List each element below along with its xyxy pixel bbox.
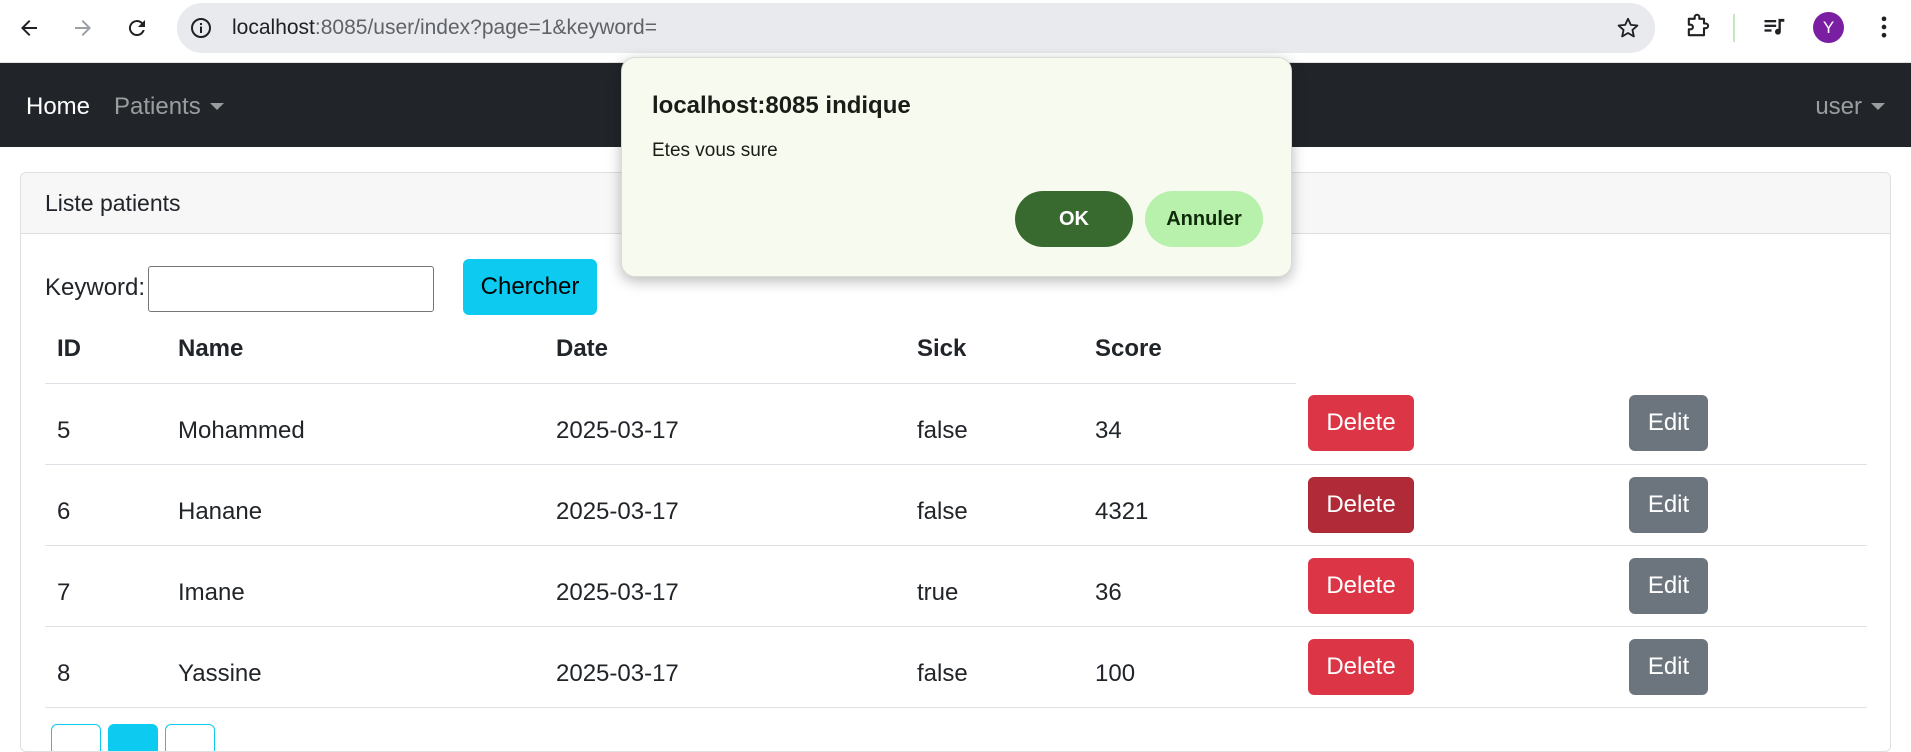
url-text: localhost:8085/user/index?page=1&keyword… bbox=[232, 16, 657, 40]
info-icon[interactable] bbox=[189, 16, 213, 40]
edit-button[interactable]: Edit bbox=[1629, 476, 1708, 533]
column-header-name: Name bbox=[166, 316, 544, 384]
cell-id: 6 bbox=[45, 464, 166, 546]
url-path: :8085/user/index?page=1&keyword= bbox=[314, 16, 657, 39]
cell-name: Imane bbox=[166, 545, 544, 627]
cell-date: 2025-03-17 bbox=[544, 383, 905, 465]
back-arrow-icon[interactable] bbox=[11, 10, 47, 46]
cell-sick: false bbox=[905, 464, 1083, 546]
cell-delete: Delete bbox=[1296, 626, 1617, 708]
page-button[interactable] bbox=[51, 724, 101, 751]
table-row: 7 Imane 2025-03-17 true 36 Delete Edit bbox=[45, 545, 1867, 627]
table-row: 6 Hanane 2025-03-17 false 4321 Delete Ed… bbox=[45, 464, 1867, 546]
column-header-edit bbox=[1617, 316, 1867, 383]
extensions-icon[interactable] bbox=[1683, 13, 1711, 41]
cell-id: 5 bbox=[45, 383, 166, 465]
toolbar-divider bbox=[1733, 14, 1735, 42]
cell-id: 7 bbox=[45, 545, 166, 627]
nav-user-label: user bbox=[1815, 93, 1862, 120]
dialog-ok-button[interactable]: OK bbox=[1015, 191, 1133, 247]
edit-button[interactable]: Edit bbox=[1629, 557, 1708, 614]
cell-edit: Edit bbox=[1617, 464, 1867, 546]
cell-score: 4321 bbox=[1083, 464, 1296, 546]
cell-name: Mohammed bbox=[166, 383, 544, 465]
cell-name: Yassine bbox=[166, 626, 544, 708]
cell-sick: false bbox=[905, 626, 1083, 708]
cell-score: 34 bbox=[1083, 383, 1296, 465]
cell-date: 2025-03-17 bbox=[544, 464, 905, 546]
keyword-input[interactable] bbox=[148, 266, 434, 312]
dialog-cancel-button[interactable]: Annuler bbox=[1145, 191, 1263, 247]
column-header-delete bbox=[1296, 316, 1617, 383]
cell-edit: Edit bbox=[1617, 626, 1867, 708]
nav-home-link[interactable]: Home bbox=[26, 93, 90, 121]
cell-score: 36 bbox=[1083, 545, 1296, 627]
table-header-row: ID Name Date Sick Score bbox=[45, 316, 1867, 384]
cell-edit: Edit bbox=[1617, 383, 1867, 465]
cell-sick: false bbox=[905, 383, 1083, 465]
table-row: 8 Yassine 2025-03-17 false 100 Delete Ed… bbox=[45, 626, 1867, 708]
url-host: localhost bbox=[232, 16, 315, 39]
patients-table: ID Name Date Sick Score 5 Mohammed 2025-… bbox=[45, 316, 1867, 708]
nav-user-dropdown[interactable]: user bbox=[1815, 93, 1885, 121]
cell-delete: Delete bbox=[1296, 464, 1617, 546]
page-button-active[interactable] bbox=[108, 724, 158, 751]
column-header-sick: Sick bbox=[905, 316, 1083, 384]
reload-icon[interactable] bbox=[119, 10, 155, 46]
nav-patients-label: Patients bbox=[114, 93, 201, 120]
kebab-menu-icon[interactable] bbox=[1870, 13, 1898, 41]
column-header-id: ID bbox=[45, 316, 166, 384]
dialog-message: Etes vous sure bbox=[652, 140, 778, 161]
dialog-title: localhost:8085 indique bbox=[652, 92, 911, 119]
cell-delete: Delete bbox=[1296, 383, 1617, 465]
column-header-score: Score bbox=[1083, 316, 1296, 384]
delete-button[interactable]: Delete bbox=[1308, 395, 1414, 452]
nav-patients-dropdown[interactable]: Patients bbox=[114, 93, 224, 121]
forward-arrow-icon[interactable] bbox=[65, 10, 101, 46]
caret-down-icon bbox=[209, 103, 224, 110]
keyword-label: Keyword: bbox=[45, 274, 146, 301]
delete-button[interactable]: Delete bbox=[1308, 638, 1414, 695]
search-button[interactable]: Chercher bbox=[463, 259, 597, 315]
edit-button[interactable]: Edit bbox=[1629, 638, 1708, 695]
confirm-dialog: localhost:8085 indique Etes vous sure OK… bbox=[621, 57, 1292, 277]
media-icon[interactable] bbox=[1761, 13, 1789, 41]
caret-down-icon bbox=[1871, 103, 1885, 110]
cell-edit: Edit bbox=[1617, 545, 1867, 627]
cell-score: 100 bbox=[1083, 626, 1296, 708]
star-icon[interactable] bbox=[1615, 15, 1641, 41]
cell-sick: true bbox=[905, 545, 1083, 627]
address-bar[interactable]: localhost:8085/user/index?page=1&keyword… bbox=[177, 3, 1655, 53]
delete-button[interactable]: Delete bbox=[1308, 557, 1414, 614]
page-button[interactable] bbox=[165, 724, 215, 751]
browser-toolbar: localhost:8085/user/index?page=1&keyword… bbox=[0, 0, 1911, 63]
edit-button[interactable]: Edit bbox=[1629, 395, 1708, 452]
profile-avatar[interactable]: Y bbox=[1813, 12, 1844, 43]
table-row: 5 Mohammed 2025-03-17 false 34 Delete Ed… bbox=[45, 383, 1867, 465]
cell-id: 8 bbox=[45, 626, 166, 708]
delete-button[interactable]: Delete bbox=[1308, 476, 1414, 533]
cell-name: Hanane bbox=[166, 464, 544, 546]
cell-delete: Delete bbox=[1296, 545, 1617, 627]
cell-date: 2025-03-17 bbox=[544, 545, 905, 627]
cell-date: 2025-03-17 bbox=[544, 626, 905, 708]
column-header-date: Date bbox=[544, 316, 905, 384]
